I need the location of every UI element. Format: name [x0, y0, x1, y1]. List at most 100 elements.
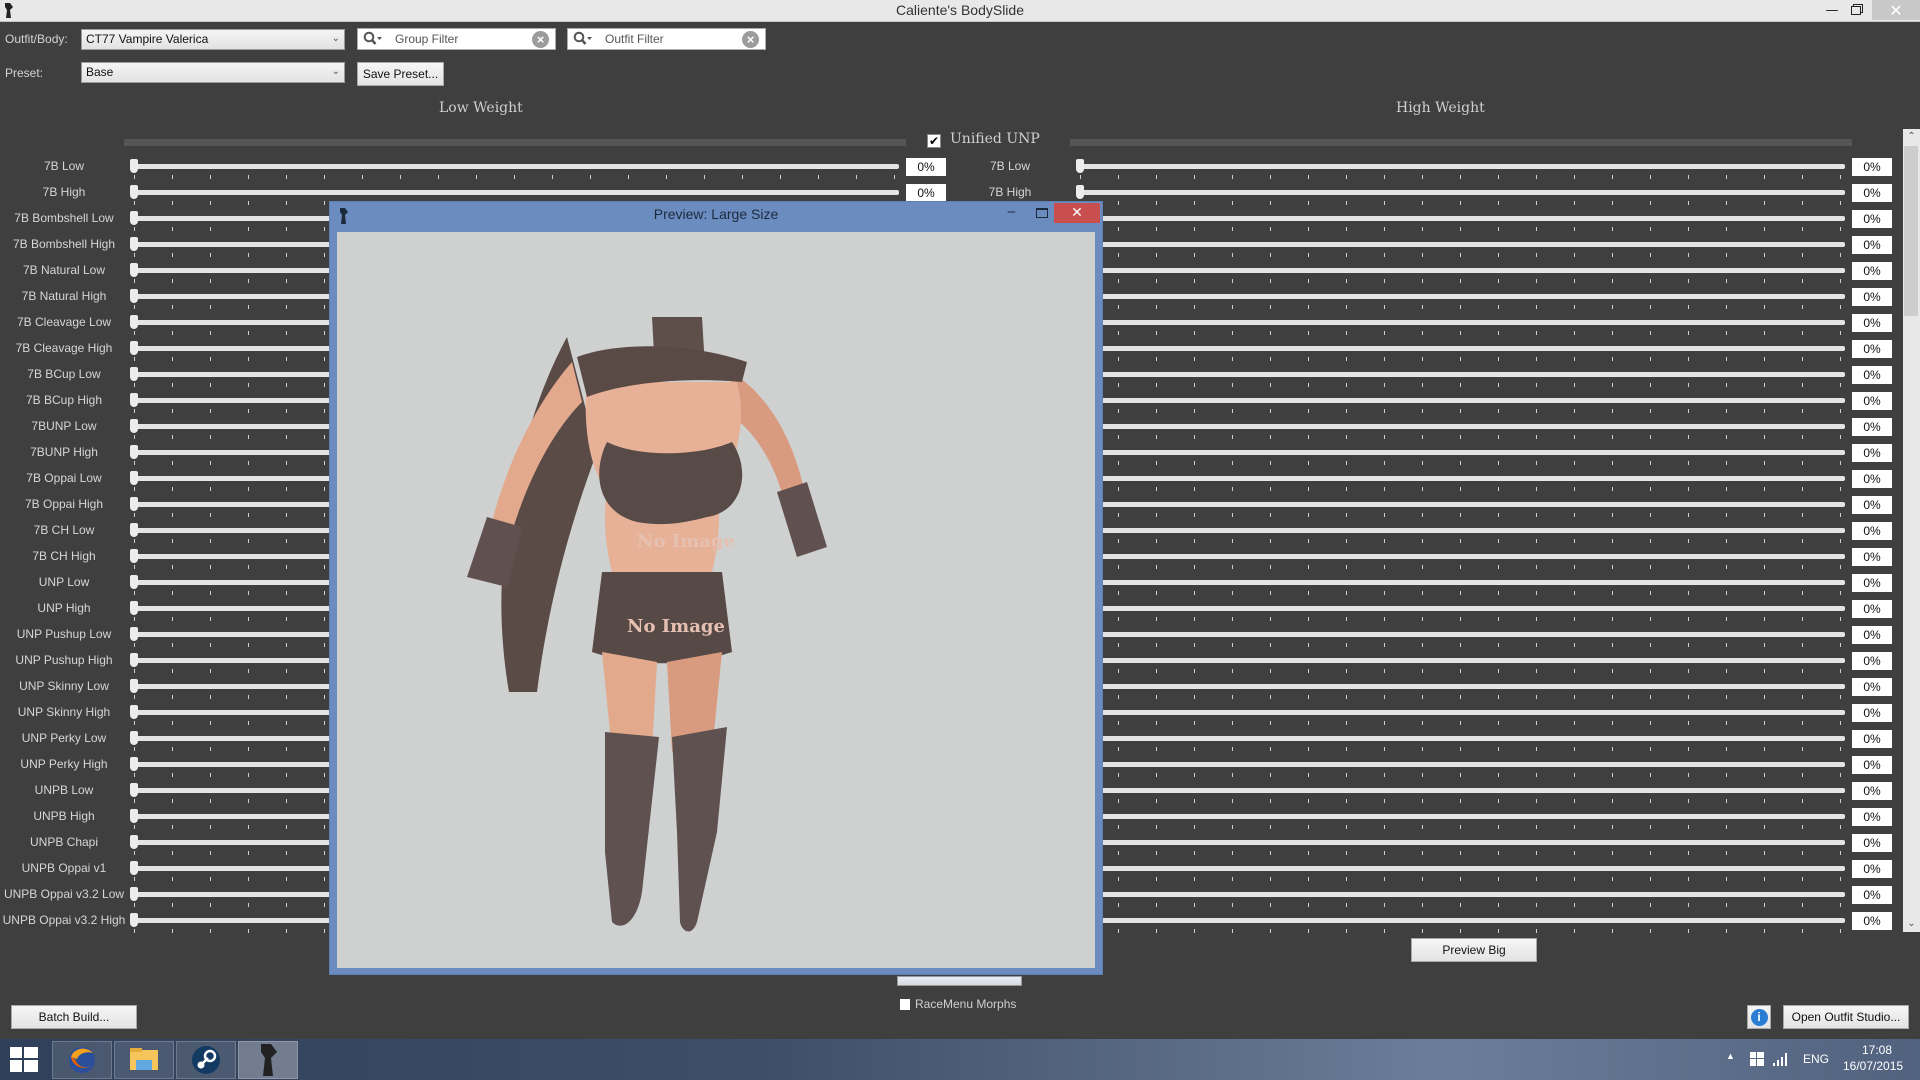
low-weight-slider-thumb[interactable] [130, 887, 138, 901]
high-weight-value[interactable]: 0% [1852, 418, 1892, 436]
taskbar-file-explorer[interactable] [114, 1041, 174, 1079]
start-button[interactable] [10, 1047, 38, 1073]
restore-button[interactable] [1836, 0, 1876, 20]
high-weight-slider-track[interactable] [1079, 814, 1845, 819]
high-weight-slider-track[interactable] [1079, 424, 1845, 429]
unified-unp-checkbox[interactable]: ✔ [927, 134, 941, 148]
low-weight-slider-thumb[interactable] [130, 419, 138, 433]
high-weight-value[interactable]: 0% [1852, 548, 1892, 566]
low-weight-value[interactable]: 0% [906, 158, 946, 176]
high-weight-slider-track[interactable] [1079, 580, 1845, 585]
high-weight-value[interactable]: 0% [1852, 470, 1892, 488]
high-weight-slider-track[interactable] [1079, 164, 1845, 169]
low-weight-slider-thumb[interactable] [130, 809, 138, 823]
low-weight-slider-thumb[interactable] [130, 549, 138, 563]
high-weight-slider-track[interactable] [1079, 658, 1845, 663]
high-weight-value[interactable]: 0% [1852, 210, 1892, 228]
high-weight-value[interactable]: 0% [1852, 288, 1892, 306]
high-weight-value[interactable]: 0% [1852, 340, 1892, 358]
high-weight-slider-track[interactable] [1079, 346, 1845, 351]
high-weight-slider-track[interactable] [1079, 528, 1845, 533]
high-weight-slider-track[interactable] [1079, 294, 1845, 299]
low-weight-slider-thumb[interactable] [130, 393, 138, 407]
high-weight-slider-track[interactable] [1079, 372, 1845, 377]
taskbar-steam[interactable] [176, 1041, 236, 1079]
action-center-icon[interactable] [1750, 1052, 1764, 1066]
preset-dropdown[interactable]: Base ⌄ [81, 62, 345, 83]
high-weight-slider-track[interactable] [1079, 840, 1845, 845]
low-weight-value[interactable]: 0% [906, 184, 946, 202]
high-weight-slider-track[interactable] [1079, 892, 1845, 897]
clock-date[interactable]: 16/07/2015 [1843, 1059, 1903, 1073]
low-weight-slider-thumb[interactable] [130, 705, 138, 719]
low-weight-slider-thumb[interactable] [130, 315, 138, 329]
clear-outfit-filter-icon[interactable]: × [742, 31, 759, 48]
low-weight-slider-thumb[interactable] [130, 627, 138, 641]
high-weight-slider-track[interactable] [1079, 762, 1845, 767]
high-weight-slider-track[interactable] [1079, 242, 1845, 247]
scroll-down-icon[interactable]: ⌄ [1903, 916, 1920, 932]
racemenu-morphs-checkbox[interactable] [900, 999, 910, 1010]
language-indicator[interactable]: ENG [1803, 1052, 1829, 1066]
low-weight-slider-thumb[interactable] [130, 731, 138, 745]
low-weight-slider-thumb[interactable] [130, 523, 138, 537]
low-weight-slider-thumb[interactable] [130, 653, 138, 667]
info-button[interactable]: i [1747, 1005, 1771, 1029]
scroll-up-icon[interactable]: ⌃ [1903, 129, 1920, 145]
high-weight-value[interactable]: 0% [1852, 808, 1892, 826]
low-weight-slider-thumb[interactable] [130, 913, 138, 927]
high-weight-value[interactable]: 0% [1852, 886, 1892, 904]
high-weight-value[interactable]: 0% [1852, 782, 1892, 800]
high-weight-value[interactable]: 0% [1852, 236, 1892, 254]
high-weight-slider-track[interactable] [1079, 190, 1845, 195]
low-weight-slider-thumb[interactable] [130, 783, 138, 797]
tray-show-hidden-icon[interactable]: ▲ [1726, 1051, 1735, 1061]
low-weight-slider-track[interactable] [133, 190, 899, 195]
high-weight-slider-track[interactable] [1079, 398, 1845, 403]
low-weight-slider-track[interactable] [133, 164, 899, 169]
low-weight-slider-thumb[interactable] [130, 185, 138, 199]
high-weight-slider-track[interactable] [1079, 450, 1845, 455]
preview-close-button[interactable]: ✕ [1054, 203, 1100, 223]
clock-time[interactable]: 17:08 [1862, 1043, 1892, 1057]
scrollbar-thumb[interactable] [1904, 146, 1918, 316]
high-weight-slider-track[interactable] [1079, 476, 1845, 481]
high-weight-value[interactable]: 0% [1852, 496, 1892, 514]
high-weight-value[interactable]: 0% [1852, 262, 1892, 280]
low-weight-slider-thumb[interactable] [130, 575, 138, 589]
high-weight-slider-track[interactable] [1079, 866, 1845, 871]
high-weight-value[interactable]: 0% [1852, 912, 1892, 930]
high-weight-value[interactable]: 0% [1852, 704, 1892, 722]
taskbar-firefox[interactable] [52, 1041, 112, 1079]
high-weight-slider-track[interactable] [1079, 684, 1845, 689]
low-weight-slider-thumb[interactable] [130, 159, 138, 173]
low-weight-slider-thumb[interactable] [130, 757, 138, 771]
high-weight-slider-track[interactable] [1079, 554, 1845, 559]
high-weight-value[interactable]: 0% [1852, 184, 1892, 202]
low-weight-slider-thumb[interactable] [130, 679, 138, 693]
high-weight-slider-track[interactable] [1079, 632, 1845, 637]
low-weight-slider-thumb[interactable] [130, 445, 138, 459]
high-weight-slider-track[interactable] [1079, 268, 1845, 273]
close-button[interactable]: ✕ [1872, 0, 1920, 20]
high-weight-slider-track[interactable] [1079, 918, 1845, 923]
low-weight-slider-thumb[interactable] [130, 341, 138, 355]
low-weight-slider-thumb[interactable] [130, 497, 138, 511]
high-weight-value[interactable]: 0% [1852, 600, 1892, 618]
high-weight-value[interactable]: 0% [1852, 574, 1892, 592]
high-weight-slider-track[interactable] [1079, 216, 1845, 221]
high-weight-value[interactable]: 0% [1852, 678, 1892, 696]
high-weight-slider-track[interactable] [1079, 710, 1845, 715]
high-weight-value[interactable]: 0% [1852, 730, 1892, 748]
taskbar-bodyslide[interactable] [238, 1041, 298, 1079]
high-weight-value[interactable]: 0% [1852, 314, 1892, 332]
low-weight-slider-thumb[interactable] [130, 367, 138, 381]
slider-list-scrollbar[interactable]: ⌃ ⌄ [1903, 129, 1920, 932]
low-weight-slider-thumb[interactable] [130, 289, 138, 303]
save-preset-button[interactable]: Save Preset... [357, 62, 444, 86]
high-weight-value[interactable]: 0% [1852, 366, 1892, 384]
open-outfit-studio-button[interactable]: Open Outfit Studio... [1783, 1005, 1909, 1029]
high-weight-value[interactable]: 0% [1852, 756, 1892, 774]
preview-big-button[interactable]: Preview Big [1411, 938, 1537, 962]
high-weight-slider-track[interactable] [1079, 502, 1845, 507]
